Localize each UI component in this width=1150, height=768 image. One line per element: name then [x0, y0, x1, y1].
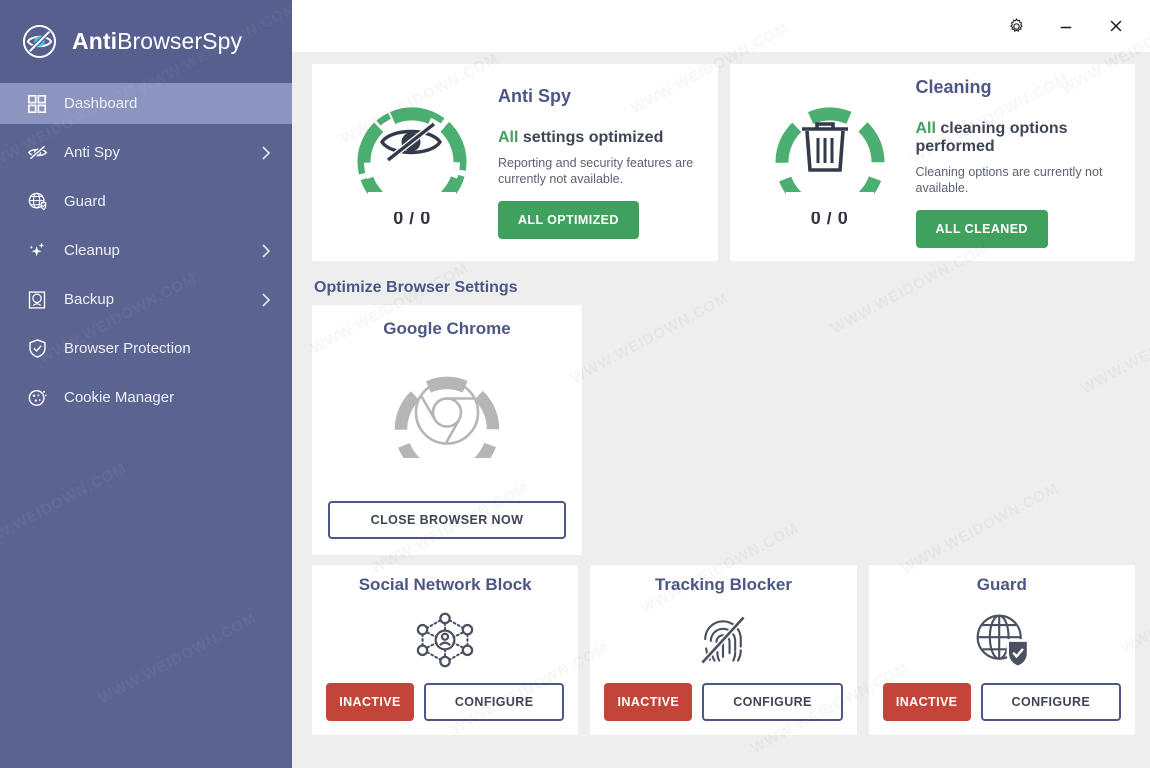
sidebar-item-backup[interactable]: Backup	[0, 279, 292, 320]
chrome-gauge	[382, 345, 512, 501]
watermark: WWW.WEIDOWN.COM	[0, 460, 129, 558]
chrome-icon	[412, 378, 482, 453]
cookie-icon	[26, 387, 48, 409]
sidebar: AntiBrowserSpy Dashboard Anti Spy Guard …	[0, 0, 292, 768]
brand-title-bold: Anti	[72, 28, 118, 54]
brand-title-light: BrowserSpy	[117, 28, 243, 54]
globe-shield-icon	[973, 597, 1031, 683]
main-area: 0 / 0 Anti Spy All settings optimized Re…	[292, 0, 1150, 768]
eye-slash-circle-icon	[22, 24, 57, 59]
status-card-title: Anti Spy	[498, 85, 572, 106]
all-optimized-button[interactable]: ALL OPTIMIZED	[498, 201, 639, 240]
status-card-headline: All cleaning options performed	[916, 120, 1116, 156]
eye-slash-icon	[379, 118, 445, 176]
sidebar-item-guard[interactable]: Guard	[0, 181, 292, 222]
application-window: AntiBrowserSpy Dashboard Anti Spy Guard …	[0, 0, 1150, 768]
browser-card-google-chrome: Google Chrome CLOSE BROWSER NOW	[312, 305, 582, 555]
chevron-right-icon	[260, 242, 272, 260]
status-card-anti-spy: 0 / 0 Anti Spy All settings optimized Re…	[312, 64, 718, 261]
chevron-right-icon	[260, 144, 272, 162]
globe-shield-icon	[26, 191, 48, 213]
close-icon[interactable]	[1096, 7, 1136, 45]
status-badge-inactive[interactable]: INACTIVE	[604, 683, 693, 721]
sidebar-item-label: Dashboard	[64, 95, 138, 112]
status-card-subtext: Reporting and security features are curr…	[498, 155, 694, 186]
sidebar-item-anti-spy[interactable]: Anti Spy	[0, 132, 292, 173]
optimize-browser-settings-title: Optimize Browser Settings	[314, 279, 518, 296]
browser-card-title: Google Chrome	[383, 319, 511, 338]
status-card-cleaning: 0 / 0 Cleaning All cleaning options perf…	[729, 64, 1135, 261]
headline-highlight: All	[498, 128, 519, 146]
drive-icon	[26, 289, 48, 311]
feature-card-guard: Guard INACTIVE CONFIGURE	[868, 565, 1135, 735]
headline-highlight: All	[915, 119, 936, 137]
feature-card-social-network-block: Social Network Block INACTIVE CONFIGURE	[312, 565, 579, 735]
sidebar-item-label: Guard	[64, 193, 106, 210]
feature-card-title: Tracking Blocker	[654, 575, 792, 594]
cleaning-gauge-wrap: 0 / 0	[750, 96, 910, 229]
sidebar-item-cookie-manager[interactable]: Cookie Manager	[0, 377, 292, 418]
anti-spy-gauge	[346, 100, 478, 212]
sidebar-item-browser-protection[interactable]: Browser Protection	[0, 328, 292, 369]
social-network-icon	[412, 597, 478, 683]
cleaning-body: Cleaning All cleaning options performed …	[910, 77, 1116, 249]
brand-header: AntiBrowserSpy	[0, 0, 292, 83]
configure-button[interactable]: CONFIGURE	[424, 683, 565, 721]
all-cleaned-button[interactable]: ALL CLEANED	[915, 210, 1048, 249]
feature-card-row: Social Network Block INACTIVE CONFIGURE …	[312, 565, 1135, 735]
feature-card-buttons: INACTIVE CONFIGURE	[882, 683, 1121, 721]
grid-icon	[26, 93, 48, 115]
status-card-subtext: Cleaning options are currently not avail…	[915, 164, 1103, 195]
watermark: WWW.WEIDOWN.COM	[96, 610, 259, 708]
sparkles-icon	[26, 240, 48, 262]
anti-spy-gauge-wrap: 0 / 0	[332, 96, 492, 229]
sidebar-nav: Dashboard Anti Spy Guard Cleanup Backup …	[0, 83, 292, 418]
eye-slash-icon	[26, 142, 48, 164]
sidebar-item-dashboard[interactable]: Dashboard	[0, 83, 292, 124]
chevron-right-icon	[260, 291, 272, 309]
sidebar-item-label: Browser Protection	[64, 340, 191, 357]
status-badge-inactive[interactable]: INACTIVE	[326, 683, 414, 721]
status-card-row: 0 / 0 Anti Spy All settings optimized Re…	[312, 64, 1135, 261]
status-card-title: Cleaning	[915, 76, 992, 97]
feature-card-title: Guard	[976, 575, 1027, 594]
titlebar	[292, 0, 1150, 52]
sidebar-item-label: Cookie Manager	[64, 389, 175, 406]
sidebar-item-label: Anti Spy	[64, 144, 120, 161]
browser-card-row: Google Chrome CLOSE BROWSER NOW	[312, 305, 1135, 555]
configure-button[interactable]: CONFIGURE	[702, 683, 843, 721]
gear-icon[interactable]	[996, 7, 1036, 45]
brand-title: AntiBrowserSpy	[72, 28, 242, 55]
fingerprint-slash-icon	[694, 597, 752, 683]
trash-icon	[797, 118, 863, 176]
anti-spy-body: Anti Spy All settings optimized Reportin…	[492, 86, 698, 240]
status-badge-inactive[interactable]: INACTIVE	[882, 683, 971, 721]
shield-check-icon	[26, 338, 48, 360]
feature-card-buttons: INACTIVE CONFIGURE	[326, 683, 565, 721]
dashboard-content: 0 / 0 Anti Spy All settings optimized Re…	[292, 52, 1150, 768]
headline-rest: cleaning options performed	[915, 119, 1068, 155]
feature-card-buttons: INACTIVE CONFIGURE	[604, 683, 843, 721]
feature-card-title: Social Network Block	[358, 575, 532, 594]
configure-button[interactable]: CONFIGURE	[980, 683, 1121, 721]
sidebar-item-label: Backup	[64, 291, 115, 308]
sidebar-item-label: Cleanup	[64, 242, 120, 259]
headline-rest: settings optimized	[518, 128, 664, 146]
status-card-headline: All settings optimized	[498, 129, 698, 147]
sidebar-item-cleanup[interactable]: Cleanup	[0, 230, 292, 271]
close-browser-now-button[interactable]: CLOSE BROWSER NOW	[328, 501, 566, 539]
minimize-icon[interactable]	[1046, 7, 1086, 45]
cleaning-gauge	[764, 100, 896, 212]
feature-card-tracking-blocker: Tracking Blocker INACTIVE CONFIGURE	[590, 565, 857, 735]
